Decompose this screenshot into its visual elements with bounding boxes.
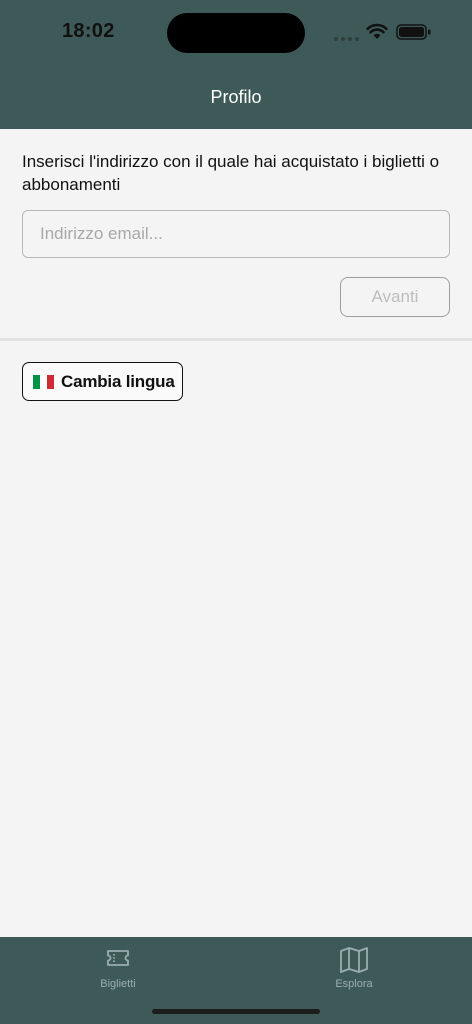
italian-flag-icon xyxy=(33,374,54,389)
header-bar: 18:02 Profilo xyxy=(0,0,472,129)
tab-explore-label: Esplora xyxy=(335,978,373,990)
next-button[interactable]: Avanti xyxy=(340,277,450,317)
page-title: Profilo xyxy=(210,87,262,107)
change-language-button[interactable]: Cambia lingua xyxy=(22,362,183,401)
map-icon xyxy=(340,947,368,973)
dynamic-island xyxy=(167,13,305,53)
status-bar: 18:02 xyxy=(0,0,472,64)
section-divider xyxy=(0,338,472,341)
email-field[interactable] xyxy=(22,210,450,258)
tab-explore[interactable]: Esplora xyxy=(236,937,472,1007)
change-language-label: Cambia lingua xyxy=(61,371,175,391)
tab-tickets-label: Biglietti xyxy=(100,978,136,990)
battery-icon xyxy=(396,24,431,40)
email-prompt-text: Inserisci l'indirizzo con il quale hai a… xyxy=(22,152,440,194)
tab-tickets[interactable]: Biglietti xyxy=(0,937,236,1007)
cellular-signal-icon xyxy=(334,37,360,41)
ticket-icon xyxy=(107,950,129,966)
status-time: 18:02 xyxy=(62,20,115,42)
home-indicator xyxy=(152,1009,320,1014)
wifi-icon xyxy=(366,23,388,39)
